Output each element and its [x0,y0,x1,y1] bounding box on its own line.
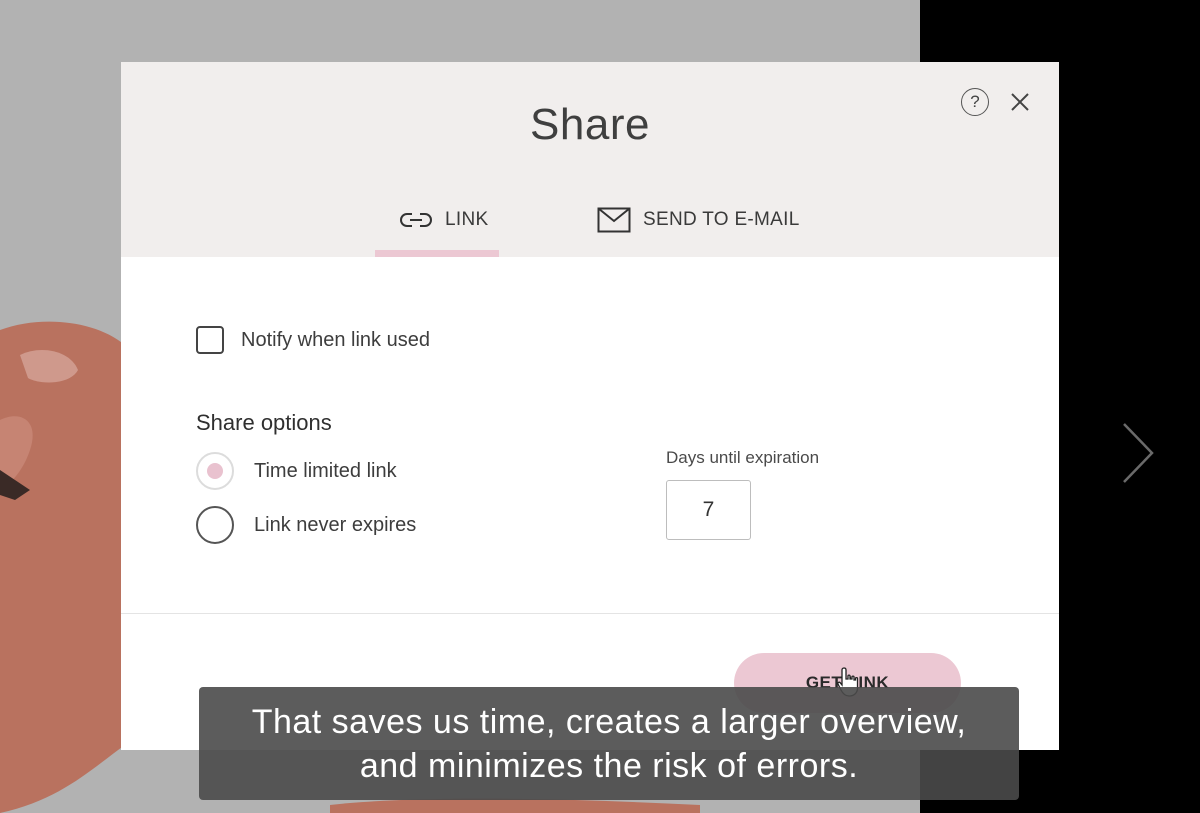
notify-checkbox-label: Notify when link used [241,328,430,351]
footer-divider [121,613,1059,614]
caption-line-2: and minimizes the risk of errors. [359,746,859,785]
notify-checkbox[interactable] [196,326,224,354]
expiration-days-input[interactable] [666,480,751,540]
envelope-icon [597,207,631,233]
radio-time-limited[interactable] [196,452,234,490]
caption-line-1: That saves us time, creates a larger ove… [251,702,967,741]
help-icon[interactable]: ? [961,88,989,116]
link-icon [400,213,432,227]
dialog-title: Share [530,100,650,149]
tab-send-to-email[interactable]: SEND TO E-MAIL [597,200,800,240]
tab-link[interactable]: LINK [399,200,488,240]
share-dialog: Share ? LINK SEND TO E-MAIL Notify when … [121,62,1059,750]
active-tab-indicator [375,250,499,257]
share-options-heading: Share options [196,410,332,435]
radio-row-time-limited[interactable]: Time limited link [196,452,397,490]
video-caption: That saves us time, creates a larger ove… [199,687,1019,800]
radio-time-limited-label: Time limited link [254,459,397,482]
tab-link-label: LINK [445,209,489,230]
close-icon[interactable] [1008,90,1032,114]
notify-checkbox-row[interactable]: Notify when link used [196,326,430,354]
radio-row-never-expires[interactable]: Link never expires [196,506,416,544]
radio-never-expires-label: Link never expires [254,513,417,536]
dialog-header: Share ? LINK SEND TO E-MAIL [121,62,1059,257]
radio-never-expires[interactable] [196,506,234,544]
expiration-days-label: Days until expiration [666,448,820,467]
chevron-right-icon[interactable] [1118,420,1158,486]
tab-email-label: SEND TO E-MAIL [643,209,800,230]
